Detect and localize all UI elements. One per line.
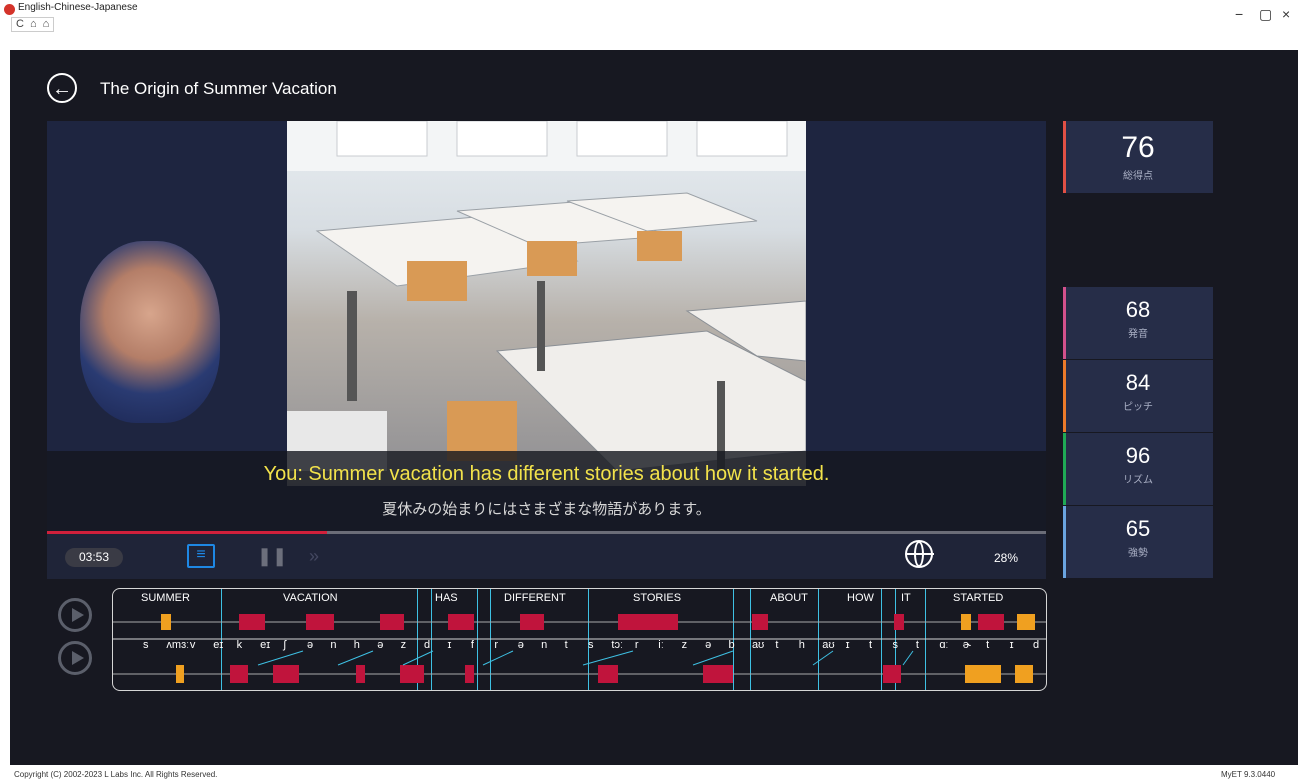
- phoneme-label: eɪ: [213, 639, 224, 651]
- phoneme-label: eɪ: [260, 639, 271, 651]
- phoneme-label: t: [564, 639, 568, 651]
- phoneme-label: r: [634, 639, 639, 651]
- score-total-accent: [1063, 121, 1066, 193]
- phoneme-label: n: [330, 639, 337, 651]
- classroom-illustration: [287, 121, 806, 472]
- phoneme-label: ɪ: [1009, 639, 1014, 651]
- phoneme-label: ɪ: [447, 639, 452, 651]
- refresh-icon[interactable]: C: [16, 18, 24, 31]
- score-intensity-accent: [1063, 506, 1066, 578]
- pause-button[interactable]: ❚❚: [257, 546, 287, 567]
- score-total-label: 総得点: [1123, 171, 1153, 182]
- phoneme-label: ə: [306, 639, 314, 651]
- score-rhythm-value: 96: [1125, 443, 1151, 468]
- phoneme-label: s: [588, 639, 594, 651]
- score-intensity-label: 強勢: [1128, 548, 1148, 559]
- phoneme-label: ɪ: [845, 639, 850, 651]
- nav-toolbar: C ⌂ ⌂: [11, 17, 55, 32]
- phoneme-label: iː: [658, 639, 664, 651]
- phoneme-label: z: [400, 639, 407, 651]
- phoneme-label: d: [424, 639, 431, 651]
- minimize-button[interactable]: −: [1235, 6, 1243, 22]
- score-pronunciation-label: 発音: [1128, 329, 1148, 340]
- lesson-title: The Origin of Summer Vacation: [100, 79, 337, 98]
- phoneme-label: k: [236, 639, 243, 651]
- home-icon[interactable]: ⌂: [30, 18, 37, 31]
- score-total-value: 76: [1121, 131, 1155, 164]
- close-button[interactable]: ×: [1282, 6, 1290, 22]
- score-total: 76 総得点: [1063, 121, 1213, 193]
- classroom-photo: [287, 121, 806, 486]
- fast-forward-button[interactable]: »: [309, 546, 319, 567]
- phoneme-label: ʌmɜː: [166, 639, 190, 651]
- score-rhythm-label: リズム: [1123, 475, 1153, 486]
- phoneme-label: t: [775, 639, 779, 651]
- phoneme-label: ə: [705, 639, 712, 651]
- subtitles-icon: ≡: [196, 546, 206, 563]
- phoneme-row: s ʌmɜː v eɪ k eɪ ʃ ə n h ə z d ɪ f r ə n t s tɔː r iː z ə b aʊ t h aʊ…: [113, 639, 1046, 653]
- score-pronunciation-value: 68: [1125, 297, 1151, 322]
- phoneme-label: tɔː: [611, 639, 624, 651]
- maximize-button[interactable]: ▢: [1259, 6, 1272, 23]
- score-pitch-label: ピッチ: [1123, 402, 1153, 413]
- score-pitch-accent: [1063, 360, 1066, 432]
- phoneme-label: d: [1033, 639, 1040, 651]
- phoneme-label: n: [541, 639, 548, 651]
- score-rhythm: 96 リズム: [1063, 433, 1213, 505]
- time-display: 03:53: [65, 548, 123, 567]
- score-pitch-value: 84: [1125, 370, 1151, 395]
- score-pronunciation: 68 発音: [1063, 287, 1213, 359]
- back-arrow-icon: ←: [52, 78, 72, 100]
- play-native-audio-button[interactable]: [58, 641, 92, 675]
- phoneme-label: f: [470, 639, 474, 651]
- pause-icon: ❚❚: [257, 546, 288, 566]
- footer-copyright: Copyright (C) 2002-2023 L Labs Inc. All …: [14, 770, 218, 779]
- subtitle-toggle-button[interactable]: ≡: [187, 544, 215, 568]
- phoneme-label: ə: [517, 639, 524, 651]
- phoneme-label: h: [353, 639, 360, 651]
- home-alt-icon[interactable]: ⌂: [43, 18, 50, 31]
- phoneme-label: aʊ: [751, 639, 765, 651]
- phoneme-label: ɚ: [962, 639, 971, 651]
- phoneme-label: ʃ: [283, 639, 286, 651]
- video-stage: You: Summer vacation has different stori…: [47, 121, 1046, 531]
- phoneme-label: v: [189, 639, 196, 651]
- score-intensity: 65 強勢: [1063, 506, 1213, 578]
- phoneme-label: ɑː: [939, 639, 949, 651]
- phoneme-label: ə: [377, 639, 384, 651]
- score-pronunciation-accent: [1063, 287, 1066, 359]
- subtitle-english: You: Summer vacation has different stori…: [263, 463, 830, 485]
- phoneme-label: aʊ: [822, 639, 835, 651]
- score-pitch: 84 ピッチ: [1063, 360, 1213, 432]
- play-user-audio-button[interactable]: [58, 598, 92, 632]
- phoneme-label: s: [892, 639, 898, 651]
- speaker-avatar: [80, 241, 220, 423]
- phoneme-label: h: [798, 639, 805, 651]
- phoneme-label: b: [728, 639, 735, 651]
- phoneme-label: t: [915, 639, 919, 651]
- progress-percent: 28%: [994, 551, 1019, 565]
- back-button[interactable]: ←: [47, 73, 77, 103]
- phoneme-label: r: [494, 639, 498, 651]
- score-intensity-value: 65: [1125, 516, 1151, 541]
- app-logo-icon: [4, 4, 15, 15]
- phoneme-label: z: [681, 639, 688, 651]
- phoneme-label: s: [143, 639, 149, 651]
- fast-forward-icon: »: [309, 546, 320, 566]
- language-button[interactable]: [905, 540, 934, 568]
- subtitle-japanese: 夏休みの始まりにはさまざまな物語があります。: [382, 501, 711, 518]
- score-rhythm-accent: [1063, 433, 1066, 505]
- window-titlebar: English-Chinese-Japanese C ⌂ ⌂ − ▢ ×: [0, 0, 1298, 32]
- phoneme-label: t: [986, 639, 990, 651]
- footer-version: MyET 9.3.0440: [1221, 770, 1276, 779]
- window-title: English-Chinese-Japanese: [18, 2, 138, 13]
- waveform-panel[interactable]: SUMMER VACATION HAS DIFFERENT STORIES AB…: [112, 588, 1047, 691]
- player-controls: 03:53 ≡ ❚❚ » 28%: [47, 534, 1046, 579]
- phoneme-label: t: [869, 639, 873, 651]
